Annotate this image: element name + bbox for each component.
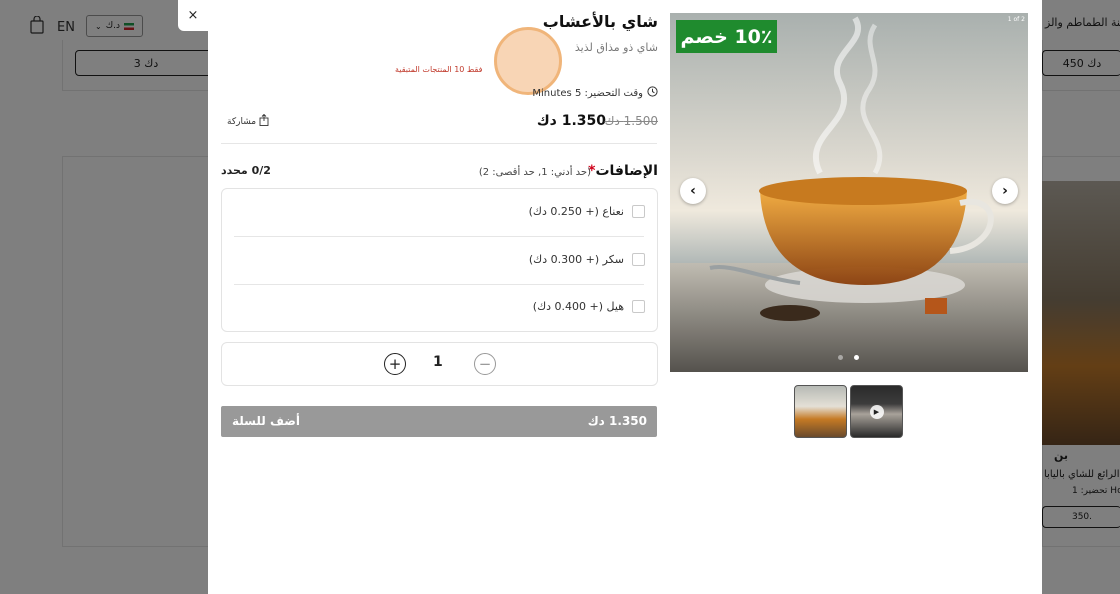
addon-label: نعناع (+ 0.250 دك) (528, 205, 624, 218)
cursor-highlight (494, 27, 562, 95)
addon-option-mint[interactable]: نعناع (+ 0.250 دك) (529, 205, 645, 218)
addon-option-cardamom[interactable]: هيل (+ 0.400 دك) (533, 300, 645, 313)
addons-selected-count: 0/2 محدد (221, 164, 271, 177)
product-modal: شاي بالأعشاب شاي ذو مذاق لذيذ فقط 10 الم… (208, 0, 1042, 594)
decrease-quantity-button[interactable]: − (474, 353, 496, 375)
quantity-stepper: + 1 − (221, 342, 658, 386)
chevron-left-icon: ‹ (690, 183, 696, 199)
next-image-button[interactable]: › (992, 178, 1018, 204)
increase-quantity-button[interactable]: + (384, 353, 406, 375)
thumbnail-video[interactable]: ▶ (850, 385, 903, 438)
addon-divider (234, 284, 644, 285)
addons-list: نعناع (+ 0.250 دك) سكر (+ 0.300 دك) هيل … (221, 188, 658, 332)
product-title: شاي بالأعشاب (542, 12, 658, 31)
tea-cup-illustration (670, 16, 1028, 372)
addon-checkbox[interactable] (632, 253, 645, 266)
addon-checkbox[interactable] (632, 205, 645, 218)
thumbnail-image[interactable] (794, 385, 847, 438)
share-button[interactable]: مشاركة (227, 113, 269, 129)
old-price: 1.500 دك (604, 114, 658, 128)
clock-icon (647, 86, 658, 100)
share-icon (259, 113, 269, 129)
product-image[interactable]: 10٪ خصم 1 of 2 ‹ › (670, 13, 1028, 372)
chevron-right-icon: › (1002, 183, 1008, 199)
plus-icon: + (388, 354, 402, 373)
minus-icon: − (478, 354, 492, 373)
addon-checkbox[interactable] (632, 300, 645, 313)
close-button[interactable]: × (178, 0, 208, 31)
product-subtitle: شاي ذو مذاق لذيذ (574, 41, 658, 54)
discount-badge: 10٪ خصم (676, 20, 777, 53)
previous-image-button[interactable]: ‹ (680, 178, 706, 204)
addon-divider (234, 236, 644, 237)
prep-time: وقت التحضير: 5 Minutes (532, 86, 658, 100)
stock-note: فقط 10 المنتجات المتبقية (395, 65, 483, 74)
addons-limits: (حد أدني: 1, حد أقصى: 2) (478, 167, 591, 178)
addon-label: سكر (+ 0.300 دك) (528, 253, 624, 266)
quantity-value: 1 (433, 354, 443, 370)
current-price: 1.350 دك (536, 113, 606, 129)
carousel-dot[interactable] (838, 355, 843, 360)
addon-label: هيل (+ 0.400 دك) (532, 300, 624, 313)
prep-time-label: وقت التحضير: 5 Minutes (532, 87, 643, 99)
add-to-cart-label: أضف للسلة (232, 414, 300, 428)
play-icon: ▶ (869, 404, 884, 419)
image-counter: 1 of 2 (1007, 16, 1025, 23)
cart-total: 1.350 دك (587, 414, 647, 428)
share-label: مشاركة (227, 116, 257, 127)
add-to-cart-button[interactable]: أضف للسلة 1.350 دك (221, 406, 657, 437)
addons-title-label: الإضافات (595, 163, 658, 179)
divider (221, 143, 657, 144)
addon-option-sugar[interactable]: سكر (+ 0.300 دك) (529, 253, 645, 266)
carousel-dot-active[interactable] (854, 355, 859, 360)
addons-title: الإضافات* (588, 163, 658, 179)
